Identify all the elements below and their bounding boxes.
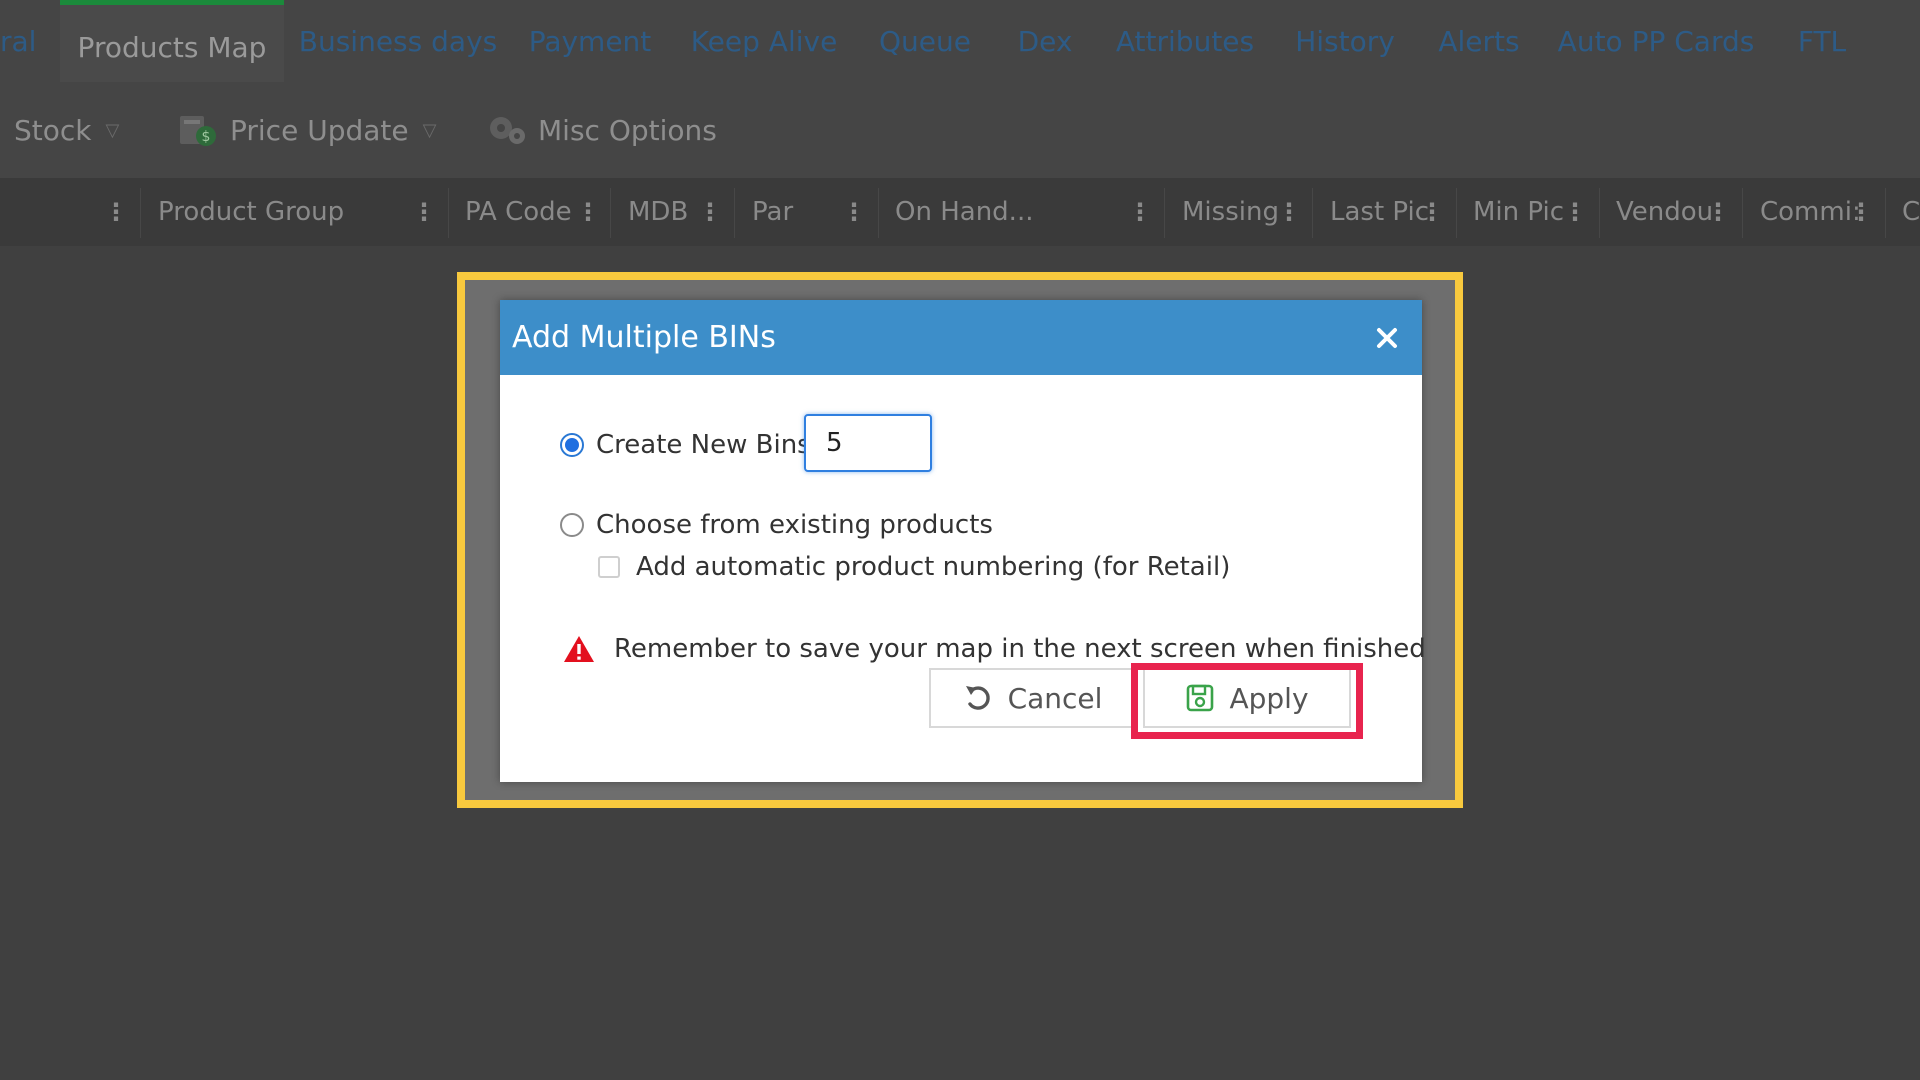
- price-update-menu[interactable]: $ Price Update ▽: [178, 82, 436, 178]
- chevron-down-icon: ▽: [422, 119, 437, 141]
- column-divider: [878, 188, 879, 238]
- column-header-missing[interactable]: Missing: [1182, 178, 1286, 246]
- create-new-bins-option[interactable]: Create New Bins: [560, 430, 811, 460]
- tab-business-days[interactable]: Business days: [299, 0, 497, 82]
- column-header-c[interactable]: C: [1902, 178, 1920, 246]
- apply-label: Apply: [1229, 681, 1309, 715]
- column-header-min-pic[interactable]: Min Pic: [1473, 178, 1577, 246]
- warning-text: Remember to save your map in the next sc…: [614, 634, 1426, 664]
- undo-icon: [965, 686, 990, 710]
- column-menu-icon[interactable]: ⋮: [1420, 178, 1444, 246]
- create-new-bins-radio[interactable]: [560, 433, 584, 457]
- auto-numbering-checkbox[interactable]: [598, 556, 620, 578]
- column-menu-icon[interactable]: ⋮: [1849, 178, 1873, 246]
- tab-general[interactable]: ral: [0, 0, 40, 82]
- column-divider: [1885, 188, 1886, 238]
- cancel-label: Cancel: [1007, 681, 1103, 715]
- svg-text:$: $: [202, 129, 211, 145]
- tab-products-map[interactable]: Products Map: [60, 0, 284, 82]
- tab-attributes[interactable]: Attributes: [1116, 0, 1254, 82]
- column-menu-icon[interactable]: ⋮: [842, 178, 866, 246]
- column-header-mdb[interactable]: MDB (: [628, 178, 698, 246]
- tab-bar: ral Products Map Business days Payment K…: [0, 0, 1920, 82]
- column-menu-icon[interactable]: ⋮: [698, 178, 722, 246]
- choose-existing-label: Choose from existing products: [596, 510, 993, 540]
- save-icon: [1187, 684, 1214, 712]
- price-update-label: Price Update: [230, 113, 409, 147]
- toolbar: Stock ▽ $ Price Update ▽ Misc Options: [0, 82, 1920, 178]
- tab-dex[interactable]: Dex: [1016, 0, 1074, 82]
- dialog-title: Add Multiple BINs: [512, 320, 776, 355]
- column-menu-icon[interactable]: ⋮: [104, 178, 128, 246]
- cancel-button[interactable]: Cancel: [929, 668, 1135, 728]
- misc-options-label: Misc Options: [538, 113, 717, 147]
- column-divider: [1742, 188, 1743, 238]
- column-header-last-pic[interactable]: Last Pic: [1330, 178, 1434, 246]
- tab-auto-pp-cards[interactable]: Auto PP Cards: [1558, 0, 1755, 82]
- column-header-product-group[interactable]: Product Group: [158, 178, 408, 246]
- column-divider: [1599, 188, 1600, 238]
- tab-payment[interactable]: Payment: [529, 0, 652, 82]
- choose-existing-radio[interactable]: [560, 513, 584, 537]
- tab-alerts[interactable]: Alerts: [1438, 0, 1520, 82]
- warning-icon: [564, 636, 594, 662]
- close-button[interactable]: [1364, 315, 1410, 361]
- new-bins-count-input[interactable]: [804, 414, 932, 472]
- create-new-bins-label: Create New Bins: [596, 430, 811, 460]
- column-divider: [1312, 188, 1313, 238]
- column-divider: [448, 188, 449, 238]
- auto-numbering-label: Add automatic product numbering (for Ret…: [636, 552, 1231, 582]
- tab-ftl[interactable]: FTL: [1796, 0, 1848, 82]
- column-divider: [610, 188, 611, 238]
- tab-queue[interactable]: Queue: [879, 0, 971, 82]
- gears-icon: [486, 112, 528, 148]
- chevron-down-icon: ▽: [105, 119, 120, 141]
- column-header-pa-code[interactable]: PA Code: [465, 178, 590, 246]
- column-header-par[interactable]: Par: [752, 178, 852, 246]
- column-divider: [1164, 188, 1165, 238]
- choose-existing-option[interactable]: Choose from existing products: [560, 510, 993, 540]
- column-menu-icon[interactable]: ⋮: [1277, 178, 1301, 246]
- stock-menu[interactable]: Stock ▽: [0, 82, 119, 178]
- column-menu-icon[interactable]: ⋮: [1128, 178, 1152, 246]
- misc-options-menu[interactable]: Misc Options: [486, 82, 717, 178]
- stock-icon: [0, 117, 4, 143]
- grid-header: ⋮ Product Group ⋮ PA Code ⋮ MDB ( ⋮ Par …: [0, 178, 1920, 246]
- column-menu-icon[interactable]: ⋮: [1563, 178, 1587, 246]
- price-update-icon: $: [178, 112, 220, 148]
- apply-button[interactable]: Apply: [1143, 668, 1351, 728]
- column-header-on-hand[interactable]: On Hand...: [895, 178, 1125, 246]
- auto-numbering-option[interactable]: Add automatic product numbering (for Ret…: [598, 552, 1230, 582]
- column-menu-icon[interactable]: ⋮: [576, 178, 600, 246]
- stock-label: Stock: [14, 113, 92, 147]
- add-multiple-bins-dialog: Add Multiple BINs Create New Bins Choose…: [500, 300, 1426, 782]
- column-menu-icon[interactable]: ⋮: [1706, 178, 1730, 246]
- save-warning: Remember to save your map in the next sc…: [562, 634, 1426, 664]
- column-divider: [734, 188, 735, 238]
- column-header-vendou[interactable]: Vendou: [1616, 178, 1720, 246]
- column-menu-icon[interactable]: ⋮: [412, 178, 436, 246]
- column-divider: [1456, 188, 1457, 238]
- column-divider: [140, 188, 141, 238]
- dialog-title-bar: Add Multiple BINs: [500, 300, 1422, 375]
- tab-history[interactable]: History: [1295, 0, 1395, 82]
- close-icon: [1377, 327, 1397, 348]
- tab-keep-alive[interactable]: Keep Alive: [691, 0, 838, 82]
